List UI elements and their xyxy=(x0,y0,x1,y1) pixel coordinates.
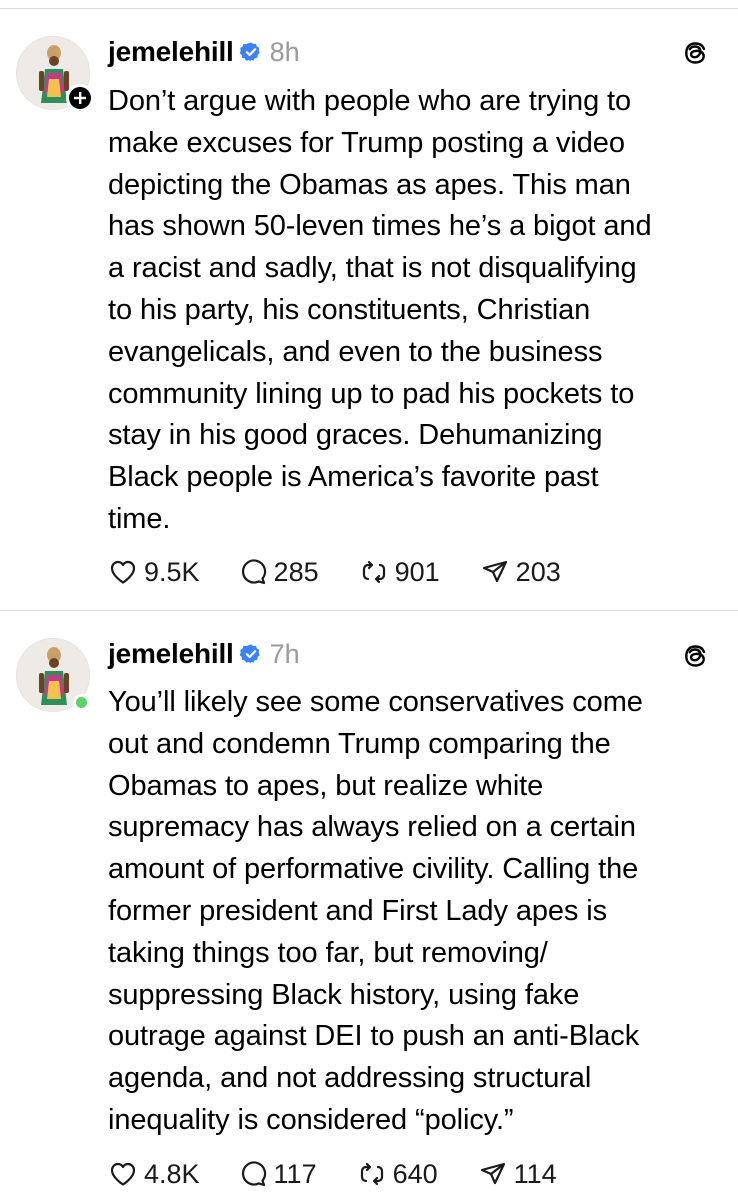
post-text: Don’t argue with people who are trying t… xyxy=(108,85,652,535)
threads-logo-icon[interactable] xyxy=(680,38,710,68)
post-actions: 9.5K 285 901 203 xyxy=(108,552,561,592)
repost-button[interactable]: 901 xyxy=(359,557,440,588)
post-time: 8h xyxy=(269,36,300,67)
post-text: You’ll likely see some conservatives com… xyxy=(108,686,643,1136)
heart-icon xyxy=(110,1162,136,1186)
like-button[interactable]: 4.8K xyxy=(108,1159,200,1190)
follow-plus-button[interactable] xyxy=(66,84,94,112)
send-icon xyxy=(482,560,507,583)
like-count: 9.5K xyxy=(144,556,200,587)
post-divider xyxy=(0,610,738,611)
like-count: 4.8K xyxy=(144,1158,200,1189)
like-button[interactable]: 9.5K xyxy=(108,557,200,588)
repost-icon xyxy=(362,560,385,584)
post-header: jemelehill 8h xyxy=(108,32,300,72)
online-status-indicator xyxy=(73,694,90,711)
share-button[interactable]: 203 xyxy=(480,557,561,588)
reply-button[interactable]: 117 xyxy=(238,1159,317,1190)
reply-count: 117 xyxy=(273,1158,317,1189)
share-count: 114 xyxy=(513,1158,557,1189)
repost-count: 901 xyxy=(394,556,440,587)
share-button[interactable]: 114 xyxy=(478,1159,557,1190)
post-time: 7h xyxy=(269,638,300,669)
repost-count: 640 xyxy=(392,1158,438,1189)
threads-logo-icon[interactable] xyxy=(680,641,710,671)
comment-icon xyxy=(241,1161,266,1187)
post-header: jemelehill 7h xyxy=(108,634,300,674)
repost-icon xyxy=(360,1162,383,1186)
avatar-container[interactable] xyxy=(16,36,94,112)
heart-icon xyxy=(110,560,136,584)
reply-count: 285 xyxy=(273,556,319,587)
post-actions: 4.8K 117 640 114 xyxy=(108,1154,557,1194)
repost-button[interactable]: 640 xyxy=(357,1159,438,1190)
username[interactable]: jemelehill xyxy=(108,638,234,670)
plus-icon xyxy=(74,92,86,104)
verified-badge-icon xyxy=(239,644,260,664)
avatar-container[interactable] xyxy=(16,638,90,712)
verified-badge-icon xyxy=(239,42,260,62)
send-icon xyxy=(480,1162,505,1185)
top-divider xyxy=(0,8,738,9)
username[interactable]: jemelehill xyxy=(108,36,234,68)
comment-icon xyxy=(241,559,266,585)
share-count: 203 xyxy=(515,556,561,587)
reply-button[interactable]: 285 xyxy=(238,557,319,588)
